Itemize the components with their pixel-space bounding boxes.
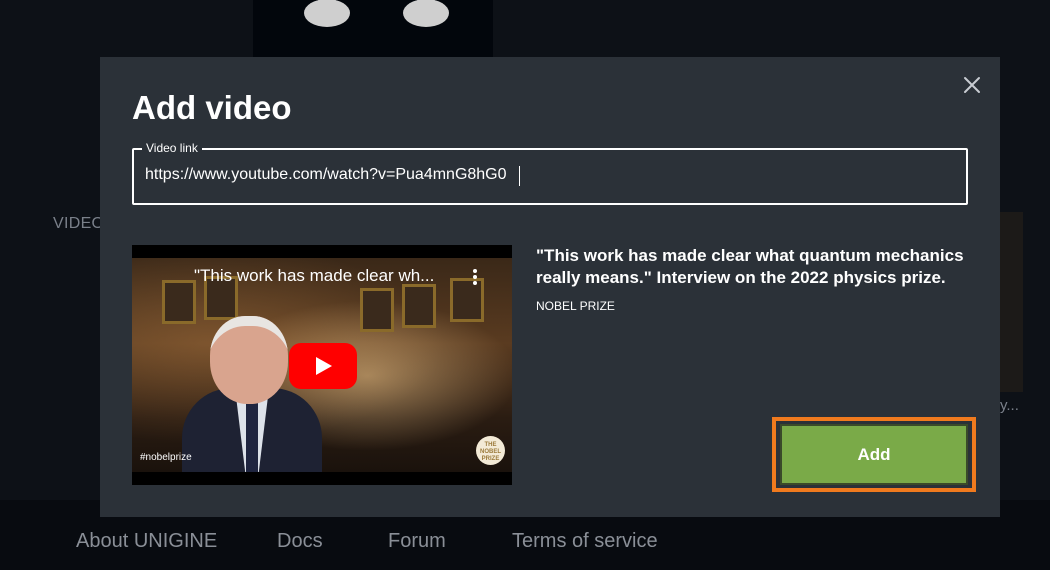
painting — [402, 284, 436, 328]
background-shape — [304, 0, 350, 27]
nobel-prize-logo: THE NOBEL PRIZE — [476, 436, 505, 465]
video-link-input[interactable] — [145, 160, 945, 190]
youtube-play-icon[interactable] — [289, 343, 357, 389]
footer-link-forum[interactable]: Forum — [388, 530, 446, 553]
video-link-label: Video link — [142, 141, 202, 155]
person-head — [210, 316, 288, 404]
background-card-thumbnail — [1000, 212, 1023, 392]
text-caret — [519, 166, 520, 186]
more-vert-icon[interactable] — [473, 269, 477, 285]
painting — [162, 280, 196, 324]
video-overlay-title: "This work has made clear wh... — [194, 266, 435, 285]
dialog-title: Add video — [132, 89, 292, 126]
person-tie — [246, 403, 258, 472]
footer-link-about[interactable]: About UNIGINE — [76, 530, 217, 553]
video-preview[interactable]: "This work has made clear wh... #nobelpr… — [132, 245, 512, 485]
background-video-thumbnail — [253, 0, 493, 60]
video-hashtag: #nobelprize — [140, 452, 192, 463]
close-icon — [964, 77, 980, 93]
add-button[interactable]: Add — [780, 424, 968, 485]
background-section-label: VIDEO — [53, 215, 105, 232]
footer-link-terms[interactable]: Terms of service — [512, 530, 658, 553]
add-video-dialog: Add video Video link "This work has made… — [100, 57, 1000, 517]
background-card-title: y... — [1000, 397, 1019, 414]
close-button[interactable] — [960, 73, 984, 97]
background-shape — [403, 0, 449, 27]
video-title: "This work has made clear what quantum m… — [536, 246, 964, 287]
painting — [360, 288, 394, 332]
footer-link-docs[interactable]: Docs — [277, 530, 323, 553]
video-channel: NOBEL PRIZE — [536, 299, 615, 313]
video-link-field: Video link — [132, 141, 968, 205]
